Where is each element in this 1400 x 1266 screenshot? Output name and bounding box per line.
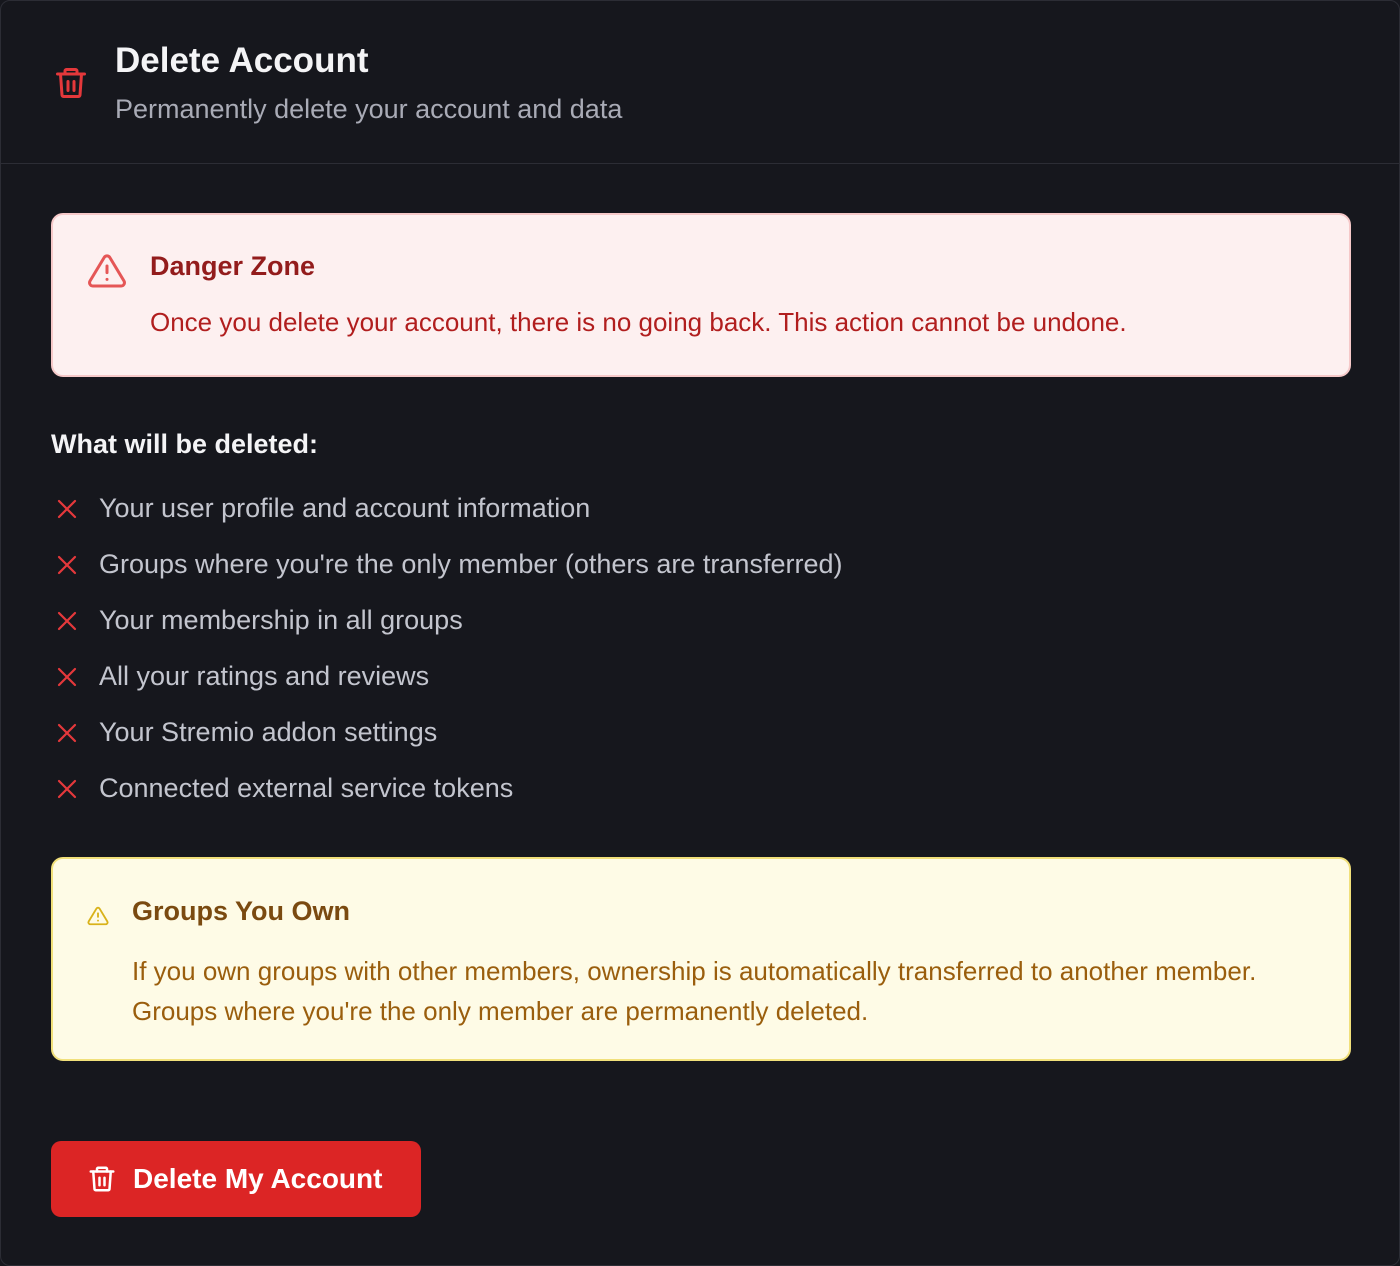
warning-triangle-icon <box>87 906 109 926</box>
delete-account-button[interactable]: Delete My Account <box>51 1141 421 1217</box>
delete-account-button-label: Delete My Account <box>133 1163 383 1194</box>
list-item-label: Your Stremio addon settings <box>99 717 438 747</box>
x-icon <box>57 779 77 799</box>
x-icon <box>57 611 77 631</box>
groups-notice-title: Groups You Own <box>132 896 351 926</box>
list-item-label: Groups where you're the only member (oth… <box>99 549 843 579</box>
groups-notice-message: If you own groups with other members, ow… <box>132 956 1257 1026</box>
x-icon <box>57 499 77 519</box>
list-item: Connected external service tokens <box>51 769 1051 809</box>
groups-owned-notice: Groups You Own If you own groups with ot… <box>51 857 1351 1061</box>
x-icon <box>57 667 77 687</box>
trash-icon <box>56 68 86 98</box>
card-header: Delete Account Permanently delete your a… <box>1 1 1399 164</box>
delete-account-card: Delete Account Permanently delete your a… <box>0 0 1400 1266</box>
trash-icon <box>89 1166 115 1192</box>
list-item: All your ratings and reviews <box>51 657 1051 697</box>
list-item: Groups where you're the only member (oth… <box>51 545 1051 585</box>
danger-zone-title: Danger Zone <box>150 251 316 281</box>
list-item-label: All your ratings and reviews <box>99 661 430 691</box>
list-item-label: Connected external service tokens <box>99 773 514 803</box>
page-subtitle: Permanently delete your account and data <box>115 94 623 124</box>
danger-zone-message: Once you delete your account, there is n… <box>150 307 1127 337</box>
warning-triangle-icon <box>88 254 126 288</box>
page-title: Delete Account <box>115 41 369 80</box>
list-item-label: Your membership in all groups <box>99 605 463 635</box>
x-icon <box>57 555 77 575</box>
list-item-label: Your user profile and account informatio… <box>99 493 591 523</box>
deletion-list-title: What will be deleted: <box>51 429 319 459</box>
x-icon <box>57 723 77 743</box>
danger-zone-alert: Danger Zone Once you delete your account… <box>51 213 1351 377</box>
list-item: Your user profile and account informatio… <box>51 489 1051 529</box>
list-item: Your membership in all groups <box>51 601 1051 641</box>
list-item: Your Stremio addon settings <box>51 713 1051 753</box>
